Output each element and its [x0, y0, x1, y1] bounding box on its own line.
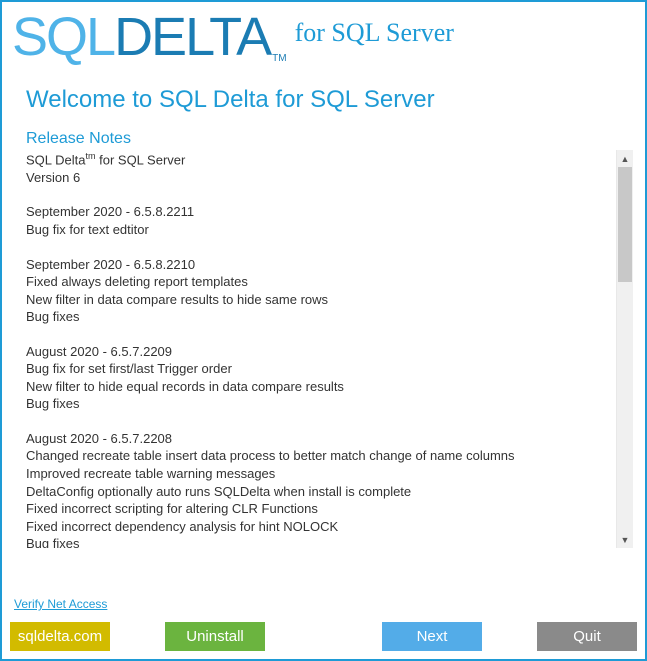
release-entry: August 2020 - 6.5.7.2208Changed recreate… — [26, 430, 616, 548]
site-button[interactable]: sqldelta.com — [10, 622, 110, 651]
release-entry: September 2020 - 6.5.8.2210Fixed always … — [26, 256, 616, 326]
product-logo: SQLDELTATM — [12, 10, 287, 64]
quit-button[interactable]: Quit — [537, 622, 637, 651]
logo-delta: DELTA — [114, 7, 270, 67]
verify-net-access-link[interactable]: Verify Net Access — [14, 597, 107, 611]
scroll-thumb[interactable] — [618, 167, 632, 282]
footer: sqldelta.com Uninstall Next Quit — [10, 622, 637, 651]
release-notes-title: Release Notes — [2, 122, 645, 150]
release-notes-pane: SQL Deltatm for SQL ServerVersion 6 Septe… — [26, 150, 633, 548]
header: SQLDELTATM for SQL Server — [2, 2, 645, 64]
logo-tm: TM — [272, 53, 286, 64]
uninstall-button[interactable]: Uninstall — [165, 622, 265, 651]
welcome-heading: Welcome to SQL Delta for SQL Server — [2, 64, 645, 122]
next-button[interactable]: Next — [382, 622, 482, 651]
release-notes-content[interactable]: SQL Deltatm for SQL ServerVersion 6 Septe… — [26, 150, 616, 548]
scrollbar[interactable]: ▲ ▼ — [616, 150, 633, 548]
scroll-down-button[interactable]: ▼ — [617, 531, 633, 548]
release-entry: September 2020 - 6.5.8.2211Bug fix for t… — [26, 203, 616, 238]
logo-sql: SQL — [12, 7, 114, 67]
tagline: for SQL Server — [295, 20, 454, 46]
release-entry: August 2020 - 6.5.7.2209Bug fix for set … — [26, 343, 616, 413]
scroll-up-button[interactable]: ▲ — [617, 150, 633, 167]
product-info: SQL Deltatm for SQL ServerVersion 6 — [26, 150, 616, 186]
scroll-track[interactable] — [617, 167, 633, 531]
